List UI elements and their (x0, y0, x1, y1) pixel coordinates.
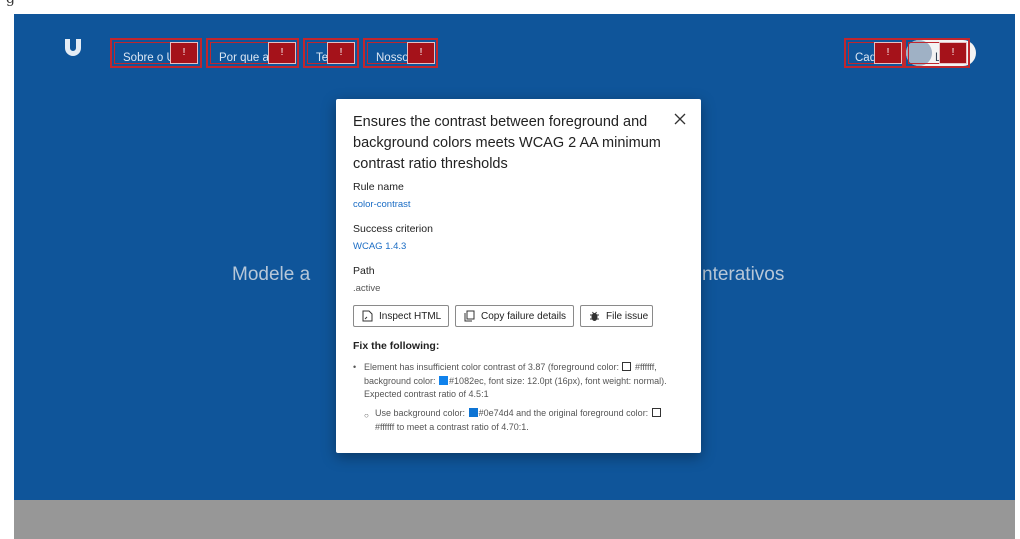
footer-band (14, 500, 1015, 539)
copy-failure-details-label: Copy failure details (481, 310, 567, 322)
error-flag-icon[interactable]: ! (874, 42, 902, 64)
error-flag-icon[interactable]: ! (407, 42, 435, 64)
nav-item-sobre[interactable]: Sobre o U ! (110, 38, 202, 68)
nav-item-te[interactable]: Te ! (303, 38, 359, 68)
error-flag-icon[interactable]: ! (939, 42, 967, 64)
background-color-swatch (439, 375, 449, 385)
nav-item-nosso[interactable]: Nosso ! (363, 38, 438, 68)
rule-name-label: Rule name (353, 181, 404, 193)
bullet-icon: • (353, 362, 357, 372)
fix-text-part: Use background color: (375, 408, 468, 418)
nav-item-label: Sobre o U (123, 52, 175, 64)
fix-heading: Fix the following: (353, 340, 440, 352)
browser-frame: g Sobre o U ! Por que a ! Te ! Nosso ! C… (0, 0, 1020, 539)
file-issue-label: File issue (606, 310, 649, 322)
error-flag-icon[interactable]: ! (170, 42, 198, 64)
hero-text-left: Modele a (232, 264, 311, 285)
success-criterion-link[interactable]: WCAG 1.4.3 (353, 241, 406, 252)
sub-bullet-icon: ○ (364, 411, 369, 420)
path-value: .active (353, 283, 381, 294)
success-criterion-label: Success criterion (353, 223, 433, 235)
accessibility-issue-dialog: Ensures the contrast between foreground … (336, 99, 701, 453)
fix-subitem: Use background color: #0e74d4 and the or… (375, 407, 669, 434)
fix-text-part: #0e74d4 and the original foreground colo… (478, 408, 651, 418)
path-label: Path (353, 265, 375, 277)
fix-text-part: #ffffff to meet a contrast ratio of 4.70… (375, 421, 529, 432)
dialog-title: Ensures the contrast between foreground … (353, 114, 661, 172)
inspect-html-label: Inspect HTML (379, 310, 442, 322)
top-strip-text: g (6, 0, 15, 7)
nav-item-login[interactable]: Lo ! (904, 38, 970, 68)
inspect-html-button[interactable]: Inspect HTML (353, 305, 449, 327)
hero-text-right: nterativos (702, 264, 785, 285)
logo-icon[interactable] (64, 38, 82, 56)
nav-item-label: Nosso (376, 52, 409, 64)
fix-text-part: Element has insufficient color contrast … (364, 362, 622, 372)
foreground-color-swatch (651, 408, 661, 417)
copy-failure-details-button[interactable]: Copy failure details (455, 305, 574, 327)
file-issue-button[interactable]: File issue (580, 305, 653, 327)
close-icon[interactable] (672, 111, 688, 127)
error-flag-icon[interactable]: ! (327, 42, 355, 64)
inspect-icon (362, 310, 373, 322)
suggested-color-swatch (468, 408, 478, 417)
copy-icon (464, 310, 475, 322)
top-strip: g (0, 0, 1020, 14)
fix-item: Element has insufficient color contrast … (364, 361, 669, 402)
bug-icon (590, 311, 599, 321)
nav-item-cadastro[interactable]: Cada ! (844, 38, 904, 68)
nav-item-por-que[interactable]: Por que a ! (206, 38, 299, 68)
nav-item-label: Por que a (219, 52, 269, 64)
error-flag-icon[interactable]: ! (268, 42, 296, 64)
foreground-color-swatch (622, 362, 632, 371)
rule-name-link[interactable]: color-contrast (353, 199, 411, 210)
